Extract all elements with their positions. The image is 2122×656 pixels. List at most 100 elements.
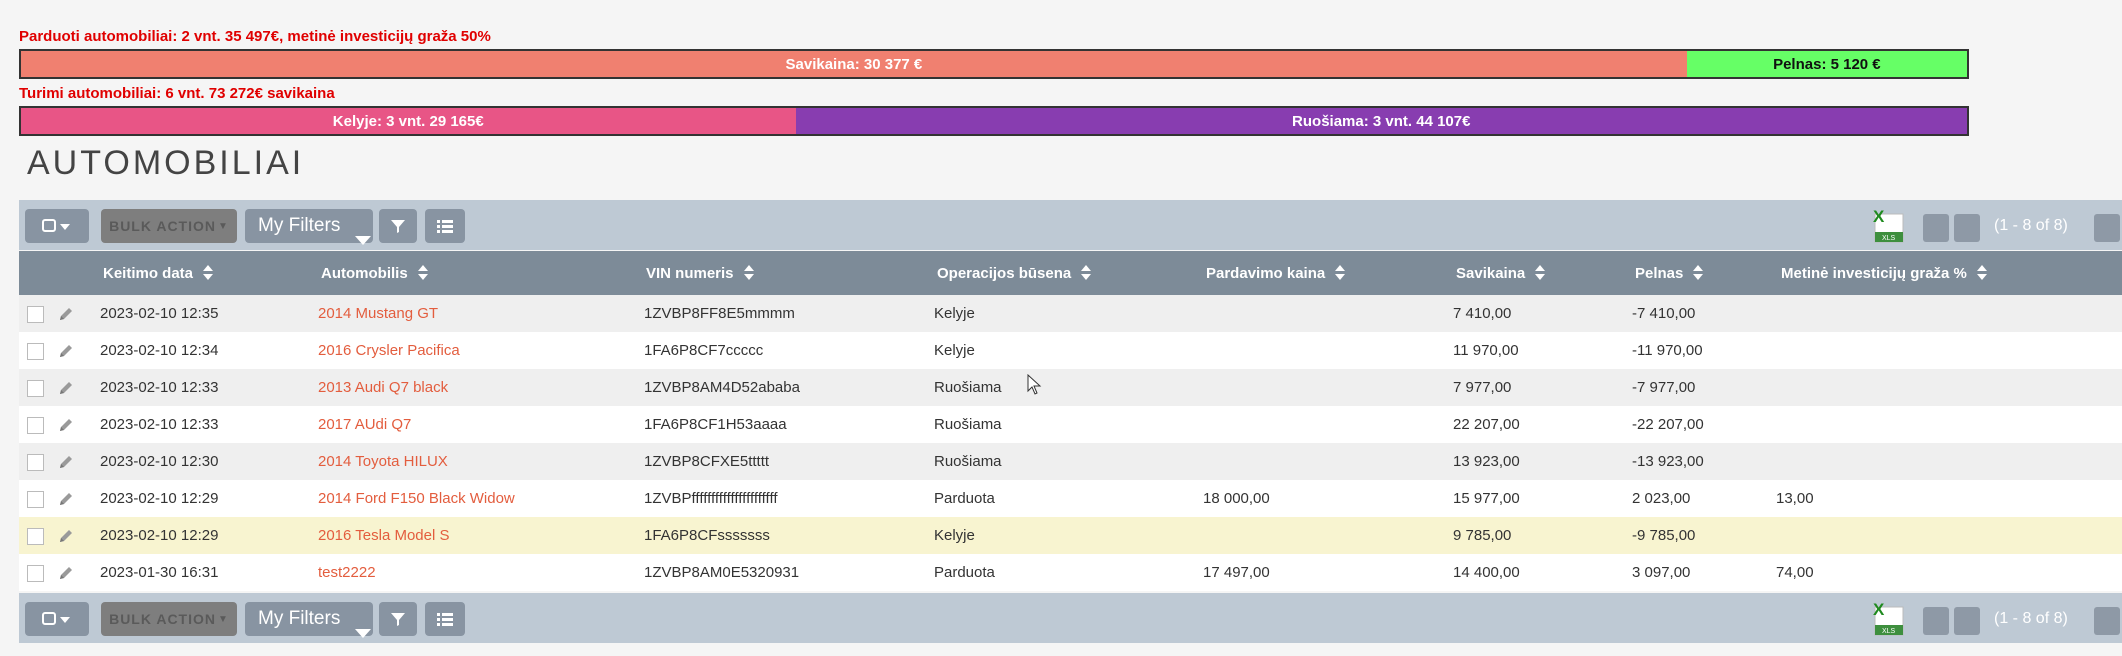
select-all-dropdown[interactable] (25, 209, 89, 243)
table-row[interactable]: 2023-02-10 12:30 2014 Toyota HILUX 1ZVBP8C… (19, 443, 2122, 480)
table-row[interactable]: 2023-02-10 12:35 2014 Mustang GT 1ZVBP8FF8… (19, 295, 2122, 332)
row-checkbox[interactable] (27, 528, 44, 545)
cell-car[interactable]: 2014 Mustang GT (318, 295, 438, 332)
cell-car[interactable]: 2014 Toyota HILUX (318, 443, 448, 480)
funnel-icon (391, 220, 405, 233)
edit-pencil-icon[interactable] (57, 379, 75, 397)
cell-car[interactable]: test2222 (318, 554, 376, 591)
cell-date: 2023-01-30 16:31 (100, 564, 219, 581)
sort-icon[interactable] (743, 265, 754, 281)
table-row[interactable]: 2023-02-10 12:34 2016 Crysler Pacifica 1FA… (19, 332, 2122, 369)
my-filters-button[interactable]: My Filters (245, 602, 373, 636)
table-row[interactable]: 2023-02-10 12:33 2017 AUdi Q7 1FA6P8CF1H53… (19, 406, 2122, 443)
column-header-automobilis[interactable]: Automobilis (321, 251, 428, 295)
my-filters-button[interactable]: My Filters (245, 209, 373, 243)
cell-car[interactable]: 2014 Ford F150 Black Widow (318, 480, 515, 517)
table-row[interactable]: 2023-02-10 12:29 2016 Tesla Model S 1FA6P8… (19, 517, 2122, 554)
svg-text:X: X (1873, 600, 1885, 619)
cell-status: Parduota (934, 564, 995, 581)
column-label: Operacijos būsena (937, 264, 1072, 282)
edit-pencil-icon[interactable] (57, 490, 75, 508)
checkbox-dropdown-icon (42, 219, 70, 232)
cell-car[interactable]: 2017 AUdi Q7 (318, 406, 411, 443)
column-header-vin[interactable]: VIN numeris (646, 251, 754, 295)
bulk-action-label: BULK ACTION (109, 611, 216, 627)
column-header-keitimo-data[interactable]: Keitimo data (103, 251, 214, 295)
column-header-pardavimo-kaina[interactable]: Pardavimo kaina (1206, 251, 1346, 295)
select-all-dropdown[interactable] (25, 602, 89, 636)
top-toolbar: BULK ACTION ▼ My Filters X XLS (1 - 8 of 8… (19, 200, 2122, 250)
row-checkbox[interactable] (27, 491, 44, 508)
previous-page-button[interactable] (1954, 214, 1980, 242)
sold-summary-text: Parduoti automobiliai: 2 vnt. 35 497€, m… (19, 28, 491, 45)
column-label: Pelnas (1635, 264, 1684, 282)
row-checkbox[interactable] (27, 343, 44, 360)
my-filters-caret-icon[interactable] (355, 629, 371, 638)
my-filters-caret-icon[interactable] (355, 236, 371, 245)
pagination-label: (1 - 8 of 8) (1994, 217, 2068, 234)
edit-pencil-icon[interactable] (57, 527, 75, 545)
cell-profit: -7 410,00 (1632, 305, 1696, 322)
cell-car[interactable]: 2016 Tesla Model S (318, 517, 449, 554)
column-header-roi[interactable]: Metinė investicijų graža % (1781, 251, 1987, 295)
row-checkbox[interactable] (27, 306, 44, 323)
cell-vin: 1ZVBP8CFXE5ttttt (644, 453, 770, 470)
kelyje-label: Kelyje: 3 vnt. 29 165€ (332, 112, 484, 130)
next-page-button[interactable] (2094, 607, 2120, 635)
cell-date: 2023-02-10 12:30 (100, 453, 219, 470)
cell-date: 2023-02-10 12:33 (100, 416, 219, 433)
row-checkbox[interactable] (27, 454, 44, 471)
cell-sale-price: 18 000,00 (1203, 490, 1270, 507)
xls-export-icon[interactable]: X XLS (1871, 206, 1905, 244)
edit-pencil-icon[interactable] (57, 564, 75, 582)
row-checkbox[interactable] (27, 417, 44, 434)
sort-icon[interactable] (1535, 265, 1546, 281)
cell-car[interactable]: 2016 Crysler Pacifica (318, 332, 460, 369)
sort-icon[interactable] (1976, 265, 1987, 281)
row-checkbox[interactable] (27, 380, 44, 397)
next-page-button[interactable] (2094, 214, 2120, 242)
table-row[interactable]: 2023-02-10 12:33 2013 Audi Q7 black 1ZVBP8… (19, 369, 2122, 406)
cell-car[interactable]: 2013 Audi Q7 black (318, 369, 448, 406)
column-header-savikaina[interactable]: Savikaina (1456, 251, 1546, 295)
edit-pencil-icon[interactable] (57, 305, 75, 323)
bulk-action-button[interactable]: BULK ACTION ▼ (101, 602, 237, 636)
my-filters-label: My Filters (258, 215, 341, 236)
table-row[interactable]: 2023-02-10 12:29 2014 Ford F150 Black Wid… (19, 480, 2122, 517)
chevron-down-icon: ▼ (218, 220, 229, 232)
cell-status: Parduota (934, 490, 995, 507)
first-page-button[interactable] (1923, 607, 1949, 635)
sort-icon[interactable] (203, 265, 214, 281)
cell-status: Ruošiama (934, 453, 1002, 470)
pagination-label: (1 - 8 of 8) (1994, 610, 2068, 627)
cell-cost: 14 400,00 (1453, 564, 1520, 581)
cell-status: Ruošiama (934, 416, 1002, 433)
edit-pencil-icon[interactable] (57, 342, 75, 360)
list-icon (437, 220, 453, 233)
column-chooser-button[interactable] (425, 602, 465, 636)
page-title: AUTOMOBILIAI (27, 144, 305, 182)
bulk-action-button[interactable]: BULK ACTION ▼ (101, 209, 237, 243)
column-header-pelnas[interactable]: Pelnas (1635, 251, 1704, 295)
table-row[interactable]: 2023-01-30 16:31 test2222 1ZVBP8AM0E532093… (19, 554, 2122, 591)
cell-cost: 22 207,00 (1453, 416, 1520, 433)
edit-pencil-icon[interactable] (57, 416, 75, 434)
cell-vin: 1FA6P8CF7ccccc (644, 342, 764, 359)
cell-status: Kelyje (934, 342, 975, 359)
filter-button[interactable] (379, 209, 417, 243)
ruosiama-segment: Ruošiama: 3 vnt. 44 107€ (795, 108, 1967, 134)
edit-pencil-icon[interactable] (57, 453, 75, 471)
sort-icon[interactable] (1081, 265, 1092, 281)
xls-export-icon[interactable]: X XLS (1871, 599, 1905, 637)
column-header-busena[interactable]: Operacijos būsena (937, 251, 1092, 295)
cell-profit: -11 970,00 (1632, 342, 1703, 359)
first-page-button[interactable] (1923, 214, 1949, 242)
previous-page-button[interactable] (1954, 607, 1980, 635)
filter-button[interactable] (379, 602, 417, 636)
row-checkbox[interactable] (27, 565, 44, 582)
sort-icon[interactable] (1693, 265, 1704, 281)
column-chooser-button[interactable] (425, 209, 465, 243)
cost-segment: Savikaina: 30 377 € (21, 51, 1687, 77)
sort-icon[interactable] (417, 265, 428, 281)
sort-icon[interactable] (1335, 265, 1346, 281)
